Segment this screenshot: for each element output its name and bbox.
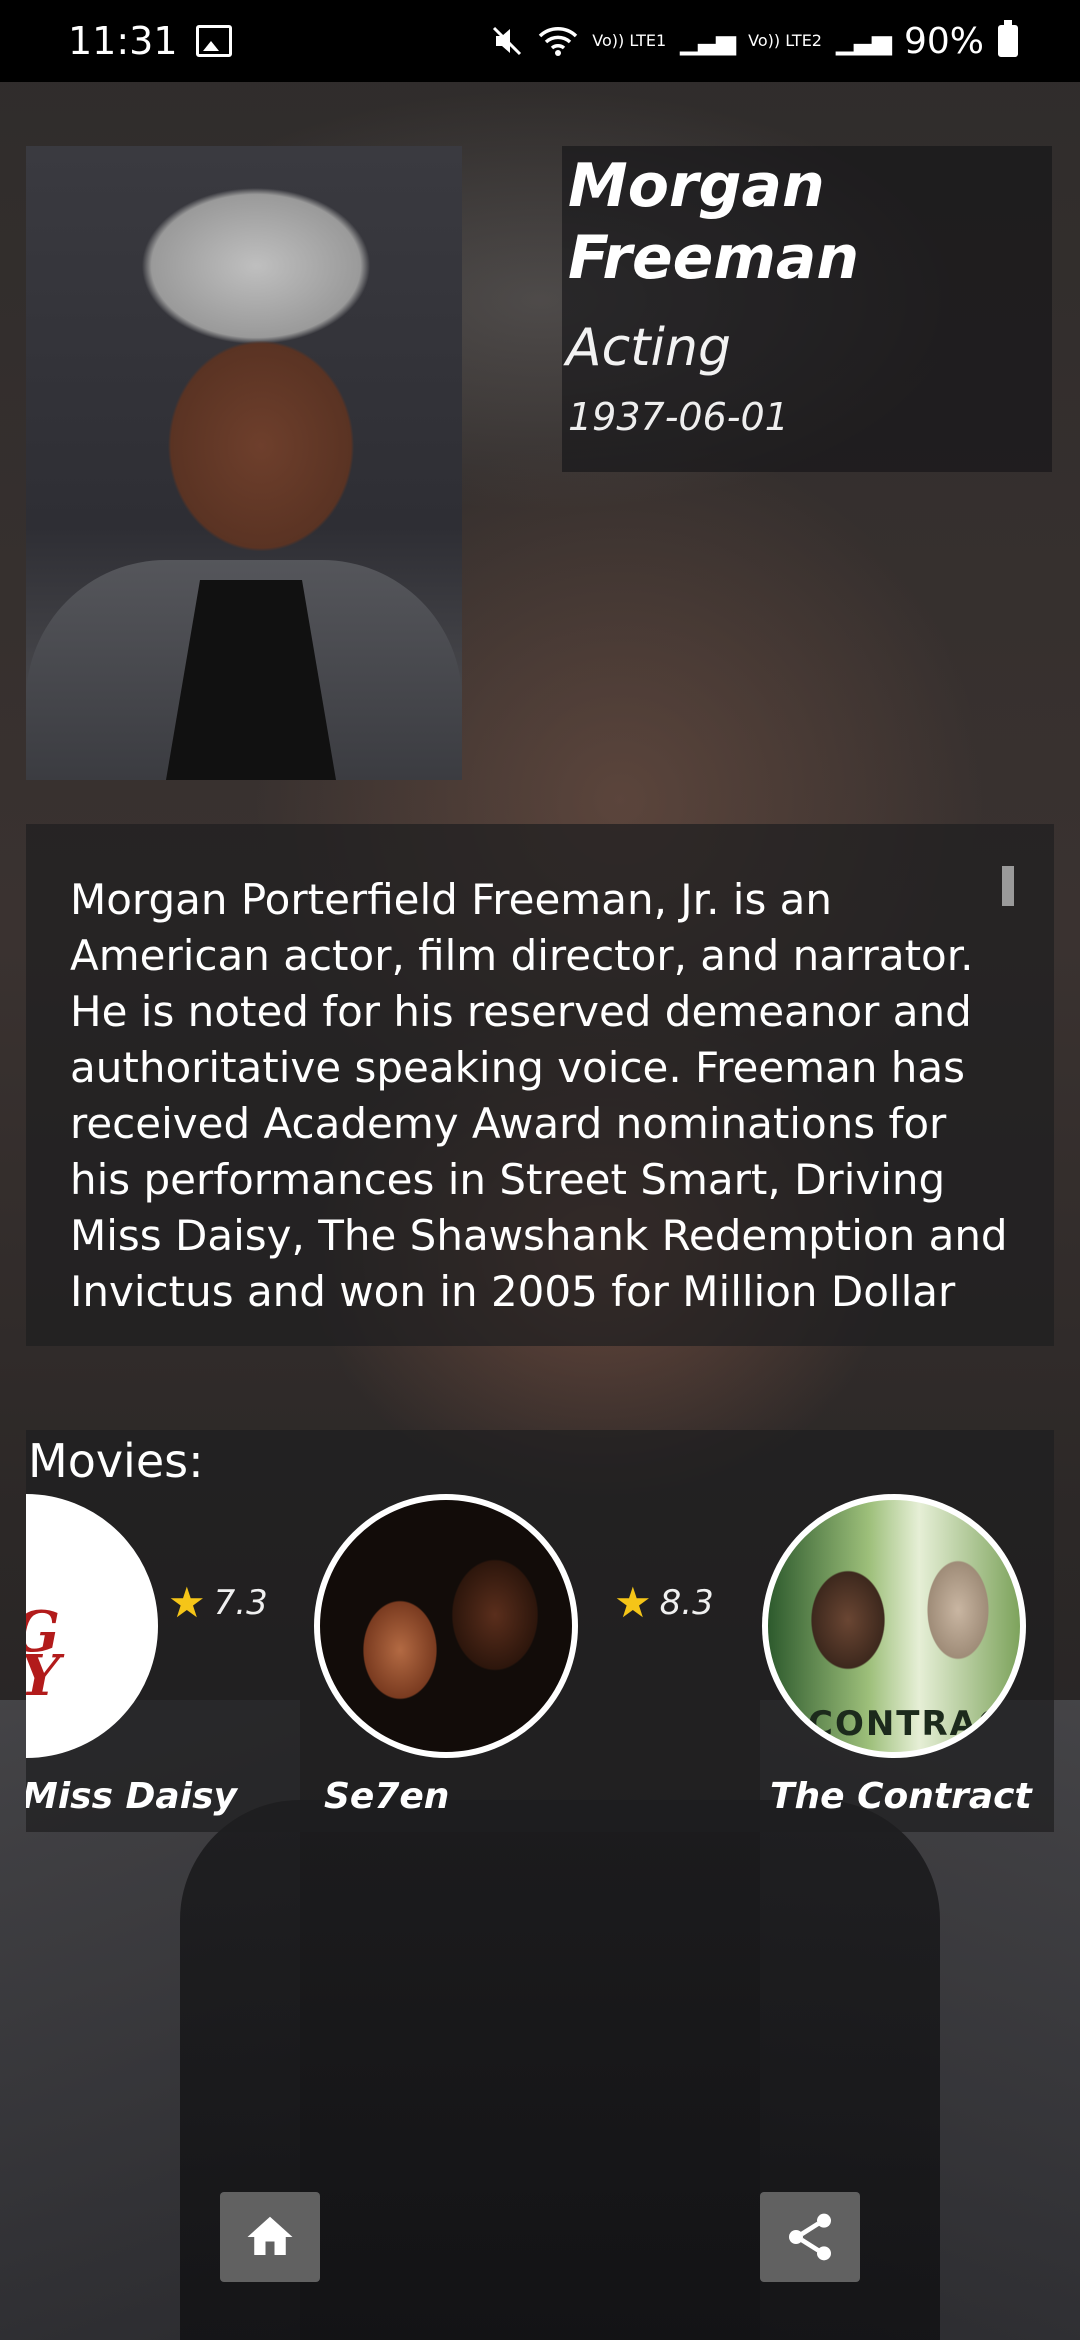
gallery-notification-icon: [195, 25, 232, 57]
movie-item[interactable]: Se7en: [314, 1494, 578, 1824]
actor-name: Morgan Freeman: [568, 151, 860, 293]
movie-poster[interactable]: NGAISY: [26, 1494, 158, 1758]
status-icons: Vo)) LTE1 ▁▃▅ Vo)) LTE2 ▁▃▅ 90%: [490, 20, 1018, 62]
movie-rating: ★ 8.3: [614, 1578, 714, 1627]
movie-title: The Contract: [770, 1776, 1032, 1817]
movies-panel[interactable]: Movies: NGAISY Miss Daisy ★ 7.3 Se7en ★ …: [26, 1430, 1054, 1832]
signal-1-icon: ▁▃▅: [680, 26, 736, 56]
movie-item[interactable]: NGAISY Miss Daisy: [26, 1494, 237, 1824]
star-icon: ★: [168, 1578, 206, 1627]
share-icon: [789, 2213, 831, 2261]
mute-icon: [493, 26, 522, 56]
status-time: 11:31: [68, 19, 178, 63]
network-1-label: Vo)) LTE1: [592, 31, 667, 50]
poster-title-art: CONTRACT: [808, 1704, 1026, 1744]
movies-label: Movies:: [28, 1434, 204, 1488]
biography-scrollbar[interactable]: [1002, 866, 1014, 906]
battery-icon: [998, 20, 1018, 57]
actor-portrait: [26, 146, 462, 780]
status-bar: 11:31 Vo)) LTE1 ▁▃▅ Vo)) LTE2 ▁▃▅ 90%: [0, 0, 1080, 82]
actor-department: Acting: [566, 318, 731, 378]
battery-percent: 90%: [903, 20, 984, 62]
movie-item[interactable]: CONTRACT The Contract: [762, 1494, 1032, 1824]
wifi-icon: [539, 27, 578, 56]
biography-text: Morgan Porterfield Freeman, Jr. is an Am…: [70, 875, 1008, 1312]
movie-poster[interactable]: [314, 1494, 578, 1758]
home-icon: [247, 2216, 293, 2255]
share-button[interactable]: [760, 2192, 860, 2282]
movie-title: Se7en: [324, 1776, 450, 1817]
rating-value: 7.3: [213, 1582, 268, 1623]
movie-rating: ★ 7.3: [168, 1578, 268, 1627]
star-icon: ★: [614, 1578, 652, 1627]
biography-panel[interactable]: Morgan Porterfield Freeman, Jr. is an Am…: [26, 824, 1054, 1346]
home-button[interactable]: [220, 2192, 320, 2282]
signal-2-icon: ▁▃▅: [835, 26, 892, 56]
rating-value: 8.3: [659, 1582, 714, 1623]
movie-poster[interactable]: CONTRACT: [762, 1494, 1026, 1758]
actor-birthday: 1937-06-01: [568, 395, 789, 439]
movie-title: Miss Daisy: [26, 1776, 237, 1817]
poster-title-art: NGAISY: [26, 1604, 60, 1704]
network-2-label: Vo)) LTE2: [748, 31, 822, 50]
